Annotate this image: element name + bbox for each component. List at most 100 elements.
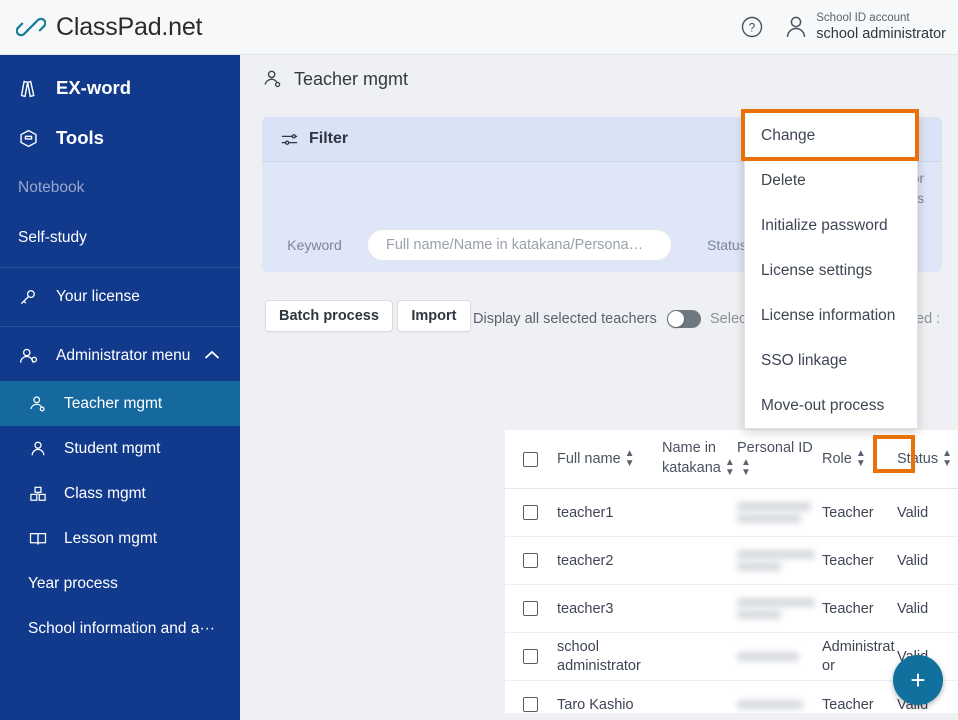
menu-item-initialize-password[interactable]: Initialize password	[745, 203, 917, 248]
sidebar-item-label: Notebook	[18, 179, 85, 196]
page-title: Teacher mgmt	[240, 55, 958, 103]
sidebar: EX-word Tools Notebook Self-study Your l…	[0, 55, 240, 720]
menu-item-license-settings[interactable]: License settings	[745, 248, 917, 293]
sort-icon[interactable]: ▲ ▼	[856, 449, 866, 469]
import-button[interactable]: Import	[397, 300, 471, 332]
table-row[interactable]: Taro Kashio Teacher Valid 0 •••	[505, 681, 958, 713]
table-row[interactable]: school administrator Administrator Valid…	[505, 633, 958, 681]
column-header-personal-id[interactable]: Personal ID▲ ▼	[737, 440, 822, 477]
key-icon	[18, 287, 44, 307]
sort-icon[interactable]: ▲ ▼	[625, 449, 635, 469]
person-icon[interactable]	[784, 14, 808, 40]
sidebar-item-notebook[interactable]: Notebook	[0, 163, 240, 213]
cell-personal-id-redacted	[737, 697, 822, 712]
plus-icon: +	[910, 665, 926, 695]
sort-icon[interactable]: ▲ ▼	[725, 457, 735, 478]
highlight-box-change	[741, 109, 919, 161]
sidebar-item-your-license[interactable]: Your license	[0, 272, 240, 322]
keyword-label: Keyword	[287, 237, 342, 253]
column-header-label: Role	[822, 450, 852, 467]
sidebar-item-label: Tools	[56, 127, 104, 148]
select-all-checkbox[interactable]	[505, 451, 555, 467]
table-row[interactable]: teacher1 Teacher Valid 1 •••	[505, 489, 958, 537]
search-input[interactable]: Full name/Name in katakana/Persona…	[367, 229, 672, 261]
filter-title: Filter	[309, 130, 349, 147]
sidebar-item-school-information[interactable]: School information and a···	[0, 606, 240, 651]
cell-role: Teacher	[822, 552, 874, 569]
sidebar-item-label: Self-study	[18, 229, 87, 246]
sidebar-item-tools[interactable]: Tools	[0, 113, 240, 163]
sidebar-item-label: Lesson mgmt	[64, 529, 158, 547]
menu-item-move-out-process[interactable]: Move-out process	[745, 383, 917, 428]
question-circle-icon[interactable]: ?	[740, 15, 764, 39]
teacher-icon	[262, 68, 284, 90]
sidebar-item-class-mgmt[interactable]: Class mgmt	[0, 471, 240, 516]
column-header-full-name[interactable]: Full name ▲ ▼	[555, 449, 662, 469]
menu-item-license-information[interactable]: License information	[745, 293, 917, 338]
toolbar-buttons: Batch process Import	[265, 294, 471, 332]
sort-icon[interactable]: ▲ ▼	[942, 449, 952, 469]
row-checkbox[interactable]	[505, 649, 555, 664]
brand-name: ClassPad.net	[56, 12, 203, 41]
row-checkbox[interactable]	[505, 553, 555, 568]
column-header-label: Personal ID	[737, 440, 813, 457]
sidebar-item-teacher-mgmt[interactable]: Teacher mgmt	[0, 381, 240, 426]
brand-logo[interactable]: ClassPad.net	[15, 12, 203, 42]
sort-icon[interactable]: ▲ ▼	[741, 457, 751, 478]
cell-role: Administrator	[822, 639, 895, 674]
cell-full-name: school administrator	[557, 639, 641, 674]
cell-role: Teacher	[822, 696, 874, 713]
column-header-label: Name in katakana	[662, 440, 721, 476]
selected-count-right: ed :	[916, 311, 941, 327]
cell-full-name: teacher2	[557, 552, 614, 569]
chevron-up-icon[interactable]	[204, 347, 220, 365]
top-bar: ClassPad.net ? School ID account school …	[0, 0, 958, 55]
menu-item-sso-linkage[interactable]: SSO linkage	[745, 338, 917, 383]
sidebar-item-label: Your license	[56, 288, 140, 305]
row-checkbox[interactable]	[505, 505, 555, 520]
table-row[interactable]: teacher2 Teacher Valid 0 •••	[505, 537, 958, 585]
account-info[interactable]: School ID account school administrator	[816, 11, 946, 44]
sidebar-item-administrator-menu[interactable]: Administrator menu	[0, 331, 240, 381]
cell-role: Teacher	[822, 504, 874, 521]
class-icon	[28, 484, 54, 504]
account-name: school administrator	[816, 26, 946, 43]
display-all-toggle[interactable]	[666, 310, 701, 328]
books-icon	[18, 78, 44, 99]
link-chain-icon	[15, 12, 47, 42]
row-checkbox[interactable]	[505, 697, 555, 712]
sidebar-item-label: School information and a···	[28, 619, 215, 637]
column-header-name-in-katakana[interactable]: Name in katakana ▲ ▼	[662, 440, 737, 477]
table-row[interactable]: teacher3 Teacher Valid 0 •••	[505, 585, 958, 633]
sidebar-divider-1	[0, 267, 240, 268]
svg-text:?: ?	[749, 21, 756, 35]
sidebar-item-label: Administrator menu	[56, 347, 191, 364]
sidebar-item-label: EX-word	[56, 77, 132, 98]
cell-role: Teacher	[822, 600, 874, 617]
add-teacher-button[interactable]: +	[893, 655, 943, 705]
sidebar-item-year-process[interactable]: Year process	[0, 561, 240, 606]
sidebar-item-self-study[interactable]: Self-study	[0, 213, 240, 263]
status-label: Status	[707, 237, 747, 253]
cell-full-name: teacher1	[557, 504, 614, 521]
book-open-icon	[28, 529, 54, 549]
sidebar-item-lesson-mgmt[interactable]: Lesson mgmt	[0, 516, 240, 561]
selected-count-left: Selec	[710, 311, 747, 327]
app-root: ClassPad.net ? School ID account school …	[0, 0, 958, 720]
sidebar-item-label: Student mgmt	[64, 439, 161, 457]
cell-personal-id-redacted	[737, 547, 822, 574]
sliders-icon	[280, 130, 299, 149]
sidebar-item-label: Class mgmt	[64, 484, 146, 502]
sidebar-item-ex-word[interactable]: EX-word	[0, 63, 240, 113]
cell-personal-id-redacted	[737, 595, 822, 622]
sidebar-item-label: Teacher mgmt	[64, 394, 163, 412]
sidebar-divider-2	[0, 326, 240, 327]
student-icon	[28, 439, 54, 459]
column-header-label: Full name	[557, 450, 621, 467]
cell-status: Valid	[897, 600, 929, 617]
menu-item-delete[interactable]: Delete	[745, 158, 917, 203]
sidebar-item-student-mgmt[interactable]: Student mgmt	[0, 426, 240, 471]
row-checkbox[interactable]	[505, 601, 555, 616]
sidebar-item-label: Year process	[28, 574, 118, 592]
batch-process-button[interactable]: Batch process	[265, 300, 393, 332]
